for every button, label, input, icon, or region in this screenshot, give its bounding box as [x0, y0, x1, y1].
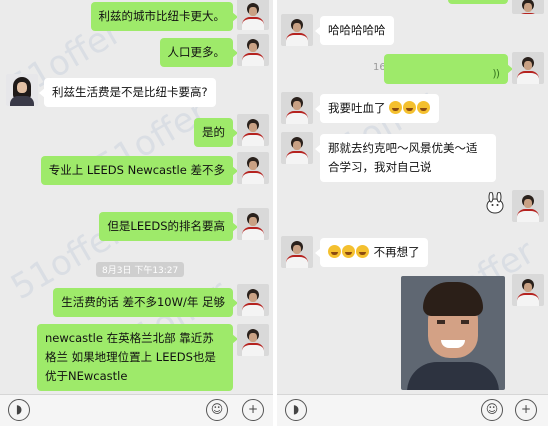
emoji-icon [403, 101, 417, 114]
avatar[interactable] [512, 52, 544, 84]
emoji-icon [328, 245, 341, 258]
message-bubble-received[interactable]: 不再想了 [315, 238, 428, 267]
photo-message[interactable] [401, 276, 505, 390]
emoji-icon [356, 245, 369, 258]
avatar[interactable] [512, 0, 544, 14]
avatar[interactable] [237, 0, 269, 30]
message-bubble-sent[interactable]: 是的 [194, 118, 238, 147]
avatar[interactable] [237, 114, 269, 146]
avatar[interactable] [237, 284, 269, 316]
avatar[interactable] [237, 208, 269, 240]
message-bubble-sent[interactable]: 生活费的话 差不多10W/年 足够 [53, 288, 238, 317]
rabbit-sticker-icon[interactable] [484, 192, 506, 214]
voice-toggle-icon[interactable]: ◗ [285, 399, 307, 421]
input-toolbar: ◗ ☺ + [277, 394, 548, 426]
right-chat-pane: 51offer 51offer 哈哈哈哈哈 16" )) 我要吐血了 那就去约克… [277, 0, 548, 426]
avatar[interactable] [237, 152, 269, 184]
smile-icon[interactable]: ☺ [206, 399, 228, 421]
emoji-icon [417, 101, 431, 114]
smile-icon[interactable]: ☺ [481, 399, 503, 421]
avatar[interactable] [512, 274, 544, 306]
message-text: 不再想了 [373, 245, 420, 259]
input-toolbar: ◗ ☺ + [0, 394, 273, 426]
message-bubble-sent[interactable]: 利兹的城市比纽卡更大。 [90, 2, 238, 31]
message-bubble-sent[interactable]: 专业上 LEEDS Newcastle 差不多 [40, 156, 239, 185]
message-bubble-received[interactable]: 那就去约克吧～风景优美～适合学习，我对自己说 [315, 134, 496, 182]
message-bubble-received[interactable]: 我要吐血了 [314, 94, 440, 123]
avatar[interactable] [512, 190, 544, 222]
message-bubble-sent[interactable]: 人口更多。 [159, 38, 238, 67]
message-bubble-sent[interactable]: newcastle 在英格兰北部 靠近苏格兰 如果地理位置上 LEEDS也是优于… [37, 324, 238, 391]
message-bubble-received[interactable]: 利兹生活费是不是比纽卡要高? [39, 78, 216, 107]
message-timestamp: 8月3日 下午13:27 [96, 262, 185, 277]
avatar[interactable] [281, 132, 313, 164]
voice-toggle-icon[interactable]: ◗ [8, 399, 30, 421]
avatar[interactable] [237, 324, 269, 356]
avatar[interactable] [281, 14, 313, 46]
message-bubble-received[interactable]: 哈哈哈哈哈 [315, 16, 394, 45]
emoji-icon [342, 245, 355, 258]
plus-icon[interactable]: + [242, 399, 264, 421]
message-bubble-sent[interactable] [448, 0, 508, 4]
avatar[interactable] [237, 34, 269, 66]
message-bubble-sent[interactable]: 但是LEEDS的排名要高 [99, 212, 238, 241]
plus-icon[interactable]: + [515, 399, 537, 421]
avatar[interactable] [281, 236, 313, 268]
avatar[interactable] [6, 74, 38, 106]
voice-message-bubble[interactable]: )) [384, 54, 513, 84]
emoji-icon [389, 101, 403, 114]
voice-wave-icon: )) [492, 67, 500, 80]
left-chat-pane: 51offer 51offer 51offer 51offer 利兹的城市比纽卡… [0, 0, 273, 426]
message-text: 我要吐血了 [328, 101, 386, 115]
avatar[interactable] [281, 92, 313, 124]
